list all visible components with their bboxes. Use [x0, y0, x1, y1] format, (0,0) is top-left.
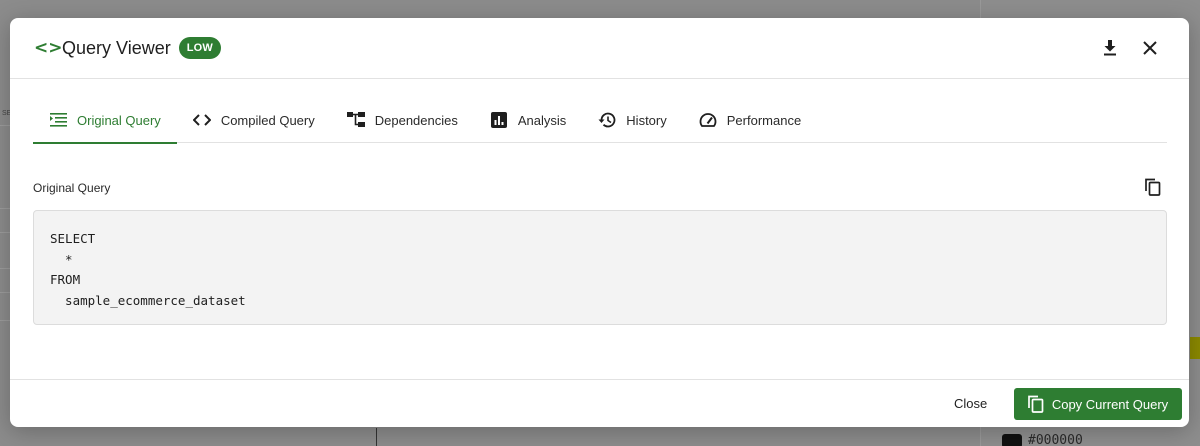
background-highlight	[1190, 337, 1200, 359]
speed-icon	[699, 112, 717, 128]
section-title: Original Query	[33, 181, 111, 195]
close-button[interactable]: Close	[948, 394, 993, 413]
dialog-header: <> Query Viewer LOW	[10, 18, 1189, 79]
history-icon	[598, 112, 616, 128]
copy-button-label: Copy Current Query	[1051, 396, 1169, 412]
tab-bar: Original Query Compiled Query Dependenci…	[33, 97, 1167, 144]
tab-analysis[interactable]: Analysis	[474, 97, 582, 143]
tab-label: Performance	[726, 112, 802, 128]
copy-query-icon-button[interactable]	[1145, 178, 1163, 198]
download-button[interactable]	[1101, 38, 1119, 58]
close-icon	[1143, 41, 1157, 55]
tab-label: History	[626, 112, 667, 128]
header-actions	[1101, 38, 1159, 58]
tab-history[interactable]: History	[582, 97, 682, 143]
query-viewer-dialog: <> Query Viewer LOW Original Query Compi…	[10, 18, 1189, 427]
background-color-swatch	[1002, 434, 1022, 446]
tab-original-query[interactable]: Original Query	[33, 97, 177, 144]
tab-dependencies[interactable]: Dependencies	[331, 97, 474, 143]
download-icon	[1104, 40, 1116, 56]
background-line	[376, 428, 380, 446]
tab-label: Dependencies	[374, 112, 458, 128]
close-dialog-button[interactable]	[1141, 38, 1159, 58]
background-hex-value: #000000	[1028, 433, 1083, 446]
chart-icon	[490, 112, 508, 128]
query-code-block[interactable]: SELECT * FROM sample_ecommerce_dataset	[33, 210, 1167, 325]
tab-performance[interactable]: Performance	[683, 97, 817, 143]
code-icon: <>	[34, 38, 63, 58]
indent-list-icon	[49, 112, 67, 128]
tab-compiled-query[interactable]: Compiled Query	[177, 97, 331, 143]
tab-label: Analysis	[517, 112, 567, 128]
tab-label: Compiled Query	[220, 112, 315, 128]
priority-badge: LOW	[178, 37, 221, 59]
copy-icon	[1027, 395, 1044, 413]
code-icon	[192, 112, 211, 128]
tree-icon	[346, 112, 365, 128]
dialog-title: Query Viewer	[62, 37, 171, 58]
dialog-footer: Close Copy Current Query	[10, 379, 1189, 427]
copy-icon	[1145, 178, 1161, 196]
copy-current-query-button[interactable]: Copy Current Query	[1014, 388, 1182, 420]
tab-label: Original Query	[77, 112, 161, 128]
